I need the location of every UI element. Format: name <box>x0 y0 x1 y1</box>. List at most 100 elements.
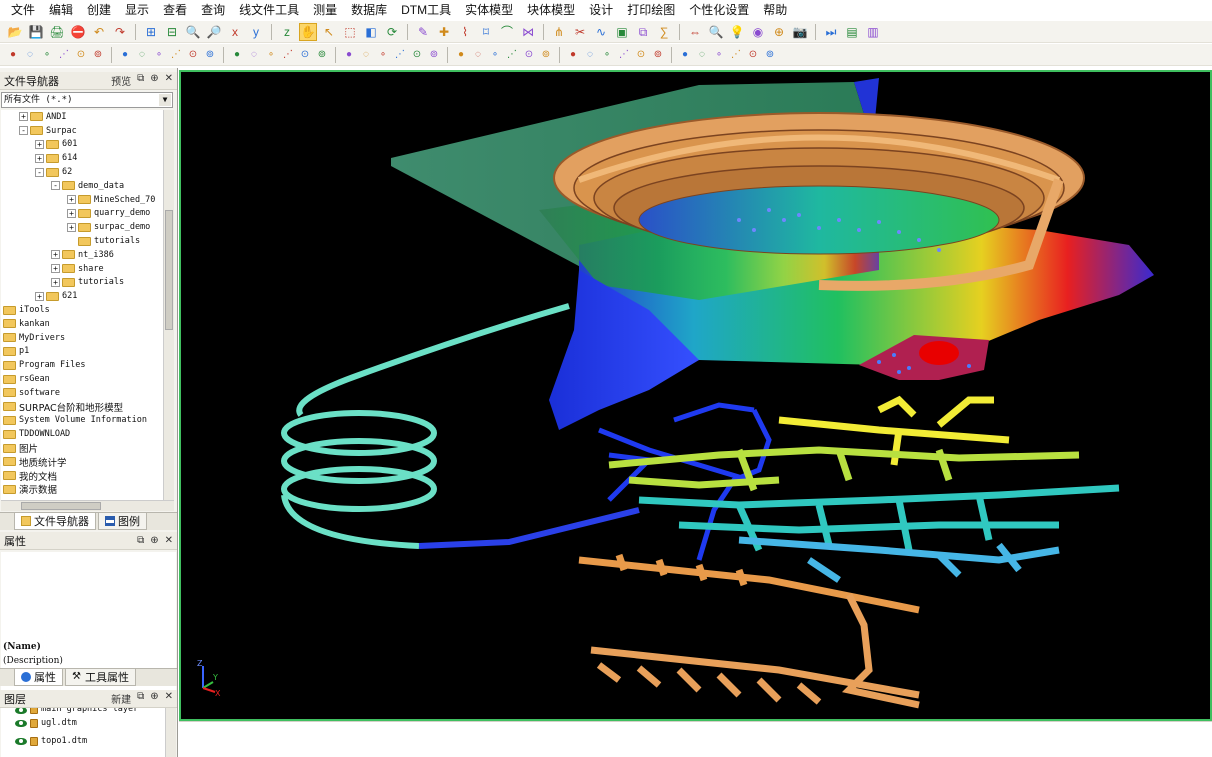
menu-item-5[interactable]: 查询 <box>194 0 232 20</box>
expand-icon[interactable]: + <box>19 112 28 122</box>
next-icon[interactable]: ⏭ <box>822 23 840 41</box>
zoom-out-icon[interactable]: 🔎 <box>205 23 223 41</box>
file-tree-vertical-scrollbar[interactable] <box>163 110 174 500</box>
lock-icon[interactable] <box>30 718 38 728</box>
tree-item[interactable]: + surpac_demo <box>1 220 163 234</box>
calc-icon[interactable]: ∑ <box>655 23 673 41</box>
split-icon[interactable]: ⋔ <box>550 23 568 41</box>
lock-icon[interactable] <box>30 736 38 746</box>
pt-34-icon[interactable]: ⋰ <box>617 46 631 64</box>
tree-item[interactable]: iTools <box>1 303 163 317</box>
tree-item[interactable]: - 62 <box>1 165 163 179</box>
chevron-down-icon[interactable]: ▼ <box>159 94 171 106</box>
tree-item[interactable]: 地质统计学 <box>1 455 163 469</box>
expand-icon[interactable]: + <box>67 195 76 205</box>
pt-25-icon[interactable]: ● <box>454 46 468 64</box>
image-icon[interactable]: ▣ <box>613 23 631 41</box>
pt-15-icon[interactable]: ∘ <box>264 46 278 64</box>
join-icon[interactable]: ⋈ <box>519 23 537 41</box>
pt-30-icon[interactable]: ⊚ <box>539 46 553 64</box>
tree-item[interactable]: 我的文档 <box>1 469 163 483</box>
pt-31-icon[interactable]: ● <box>566 46 580 64</box>
menu-item-12[interactable]: 设计 <box>582 0 620 20</box>
menu-item-10[interactable]: 实体模型 <box>458 0 520 20</box>
close-icon[interactable]: ✕ <box>165 535 173 546</box>
scene-3d[interactable]: Z Y X <box>179 70 1212 721</box>
visibility-eye-icon[interactable] <box>15 708 27 714</box>
pt-23-icon[interactable]: ⊙ <box>410 46 424 64</box>
pt-24-icon[interactable]: ⊚ <box>427 46 441 64</box>
tree-item[interactable]: + ANDI <box>1 110 163 124</box>
pt-29-icon[interactable]: ⊙ <box>522 46 536 64</box>
pt-36-icon[interactable]: ⊚ <box>651 46 665 64</box>
menu-item-2[interactable]: 创建 <box>80 0 118 20</box>
copy-icon[interactable]: ⧉ <box>634 23 652 41</box>
pt-2-icon[interactable]: ◌ <box>23 46 37 64</box>
axis-z-icon[interactable]: z <box>278 23 296 41</box>
pt-21-icon[interactable]: ∘ <box>376 46 390 64</box>
pt-42-icon[interactable]: ⊚ <box>763 46 777 64</box>
pt-16-icon[interactable]: ⋰ <box>281 46 295 64</box>
pin-panel-icon[interactable]: ⊕ <box>150 691 158 706</box>
tree-item[interactable]: + quarry_demo <box>1 207 163 221</box>
target-icon[interactable]: ◉ <box>749 23 767 41</box>
menu-item-14[interactable]: 个性化设置 <box>682 0 756 20</box>
menu-item-11[interactable]: 块体模型 <box>520 0 582 20</box>
menu-item-8[interactable]: 数据库 <box>344 0 394 20</box>
pt-22-icon[interactable]: ⋰ <box>393 46 407 64</box>
zoom-box-icon[interactable]: ⊞ <box>142 23 160 41</box>
scrollbar-thumb[interactable] <box>21 502 101 510</box>
new-layer-button[interactable]: 新建 <box>111 691 131 706</box>
lock-icon[interactable] <box>30 708 38 714</box>
layer-item[interactable]: topo1.dtm <box>1 732 165 750</box>
collapse-icon[interactable]: - <box>51 181 60 191</box>
menu-item-15[interactable]: 帮助 <box>756 0 794 20</box>
pt-7-icon[interactable]: ● <box>118 46 132 64</box>
pt-28-icon[interactable]: ⋰ <box>505 46 519 64</box>
expand-icon[interactable]: + <box>51 264 60 274</box>
pt-41-icon[interactable]: ⊙ <box>746 46 760 64</box>
print-icon[interactable]: 🖨 <box>48 23 66 41</box>
tree-item[interactable]: + tutorials <box>1 276 163 290</box>
tree-item[interactable]: rsGean <box>1 372 163 386</box>
tree-item[interactable]: Program Files <box>1 358 163 372</box>
preview-button[interactable]: 预览 <box>111 73 131 88</box>
pt-3-icon[interactable]: ∘ <box>40 46 54 64</box>
menu-item-9[interactable]: DTM工具 <box>394 0 458 20</box>
file-filter-select[interactable]: 所有文件 (*.*) ▼ <box>1 92 173 108</box>
tab-legend[interactable]: 图例 <box>98 513 147 530</box>
tab-properties[interactable]: 属性 <box>14 669 63 686</box>
pt-37-icon[interactable]: ● <box>678 46 692 64</box>
layers-scrollbar[interactable] <box>165 708 176 757</box>
pt-14-icon[interactable]: ◌ <box>247 46 261 64</box>
pt-38-icon[interactable]: ◌ <box>695 46 709 64</box>
pt-17-icon[interactable]: ⊙ <box>298 46 312 64</box>
float-icon[interactable]: ⧉ <box>137 73 144 88</box>
zoom-in-icon[interactable]: 🔍 <box>184 23 202 41</box>
crosshair-icon[interactable]: ✚ <box>435 23 453 41</box>
pt-1-icon[interactable]: ● <box>6 46 20 64</box>
clip-icon[interactable]: ✂ <box>571 23 589 41</box>
file-tree[interactable]: + ANDI - Surpac +601 +614-62- demo_data + MineSc… <box>1 110 163 500</box>
pin-icon[interactable]: 💡 <box>728 23 746 41</box>
pt-10-icon[interactable]: ⋰ <box>169 46 183 64</box>
edit-string-icon[interactable]: ⌇ <box>456 23 474 41</box>
visibility-eye-icon[interactable] <box>15 737 27 745</box>
select-box-icon[interactable]: ⬚ <box>341 23 359 41</box>
photo-icon[interactable]: 📷 <box>791 23 809 41</box>
tab-tool-properties[interactable]: ⚒ 工具属性 <box>65 669 136 686</box>
tree-item[interactable]: 演示数据 <box>1 483 163 496</box>
expand-icon[interactable]: + <box>35 139 44 149</box>
undo-icon[interactable]: ↶ <box>90 23 108 41</box>
edit-point-icon[interactable]: ⌑ <box>477 23 495 41</box>
menu-item-3[interactable]: 显示 <box>118 0 156 20</box>
tree-item[interactable]: +621 <box>1 289 163 303</box>
move-icon[interactable]: ⇔ <box>686 23 704 41</box>
pt-20-icon[interactable]: ◌ <box>359 46 373 64</box>
refresh-icon[interactable]: ⟳ <box>383 23 401 41</box>
menu-item-0[interactable]: 文件 <box>4 0 42 20</box>
pan-icon[interactable]: ✋ <box>299 22 317 41</box>
tree-item[interactable]: + MineSched_70 <box>1 193 163 207</box>
expand-icon[interactable]: + <box>51 277 60 287</box>
tree-item[interactable]: MyDrivers <box>1 331 163 345</box>
